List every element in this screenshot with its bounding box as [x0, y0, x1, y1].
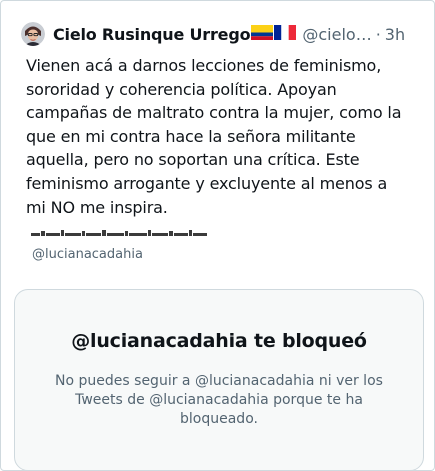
tweet-text-line: que en mi contra hace la señora militant…	[26, 126, 356, 146]
tweet-text-line: mi NO me inspira.	[26, 197, 168, 217]
timestamp[interactable]: 3h	[385, 25, 405, 44]
blocked-description: No puedes seguir a @lucianacadahia ni ve…	[51, 372, 387, 429]
tweet-text-line: aquella, pero no soportan una crítica. E…	[26, 150, 360, 170]
blocked-description-line: Tweets de @lucianacadahia porque te ha	[75, 392, 363, 408]
tweet-text: Vienen acá a darnos lecciones de feminis…	[26, 54, 421, 219]
user-handle[interactable]: @cielo…	[302, 25, 371, 44]
blocked-description-line: No puedes seguir a @lucianacadahia ni ve…	[55, 373, 383, 389]
tweet-text-line: Vienen acá a darnos lecciones de feminis…	[26, 56, 382, 75]
quoted-handle[interactable]: @lucianacadahia	[32, 247, 143, 262]
tweet-card[interactable]: Cielo Rusinque Urrego @cielo… · 3h Viene…	[0, 0, 435, 471]
colombia-flag-icon	[251, 24, 274, 44]
tweet-text-line: feminismo arrogante y excluyente al meno…	[26, 173, 388, 193]
blocked-title: @lucianacadahia te bloqueó	[71, 330, 367, 352]
tweet-text-line: sororidad y coherencia política. Apoyan	[26, 79, 337, 99]
france-flag-icon	[274, 24, 297, 44]
display-name[interactable]: Cielo Rusinque Urrego	[53, 25, 251, 44]
tweet-text-line: campañas de maltrato contra la mujer, co…	[26, 103, 402, 123]
blocked-notice: @lucianacadahia te bloqueó No puedes seg…	[14, 289, 424, 471]
cropped-signature-image	[31, 224, 211, 236]
avatar[interactable]	[21, 22, 45, 46]
blocked-description-line: bloqueado.	[180, 411, 258, 427]
tweet-header: Cielo Rusinque Urrego @cielo… · 3h	[21, 21, 420, 47]
separator-dot: ·	[375, 24, 381, 44]
